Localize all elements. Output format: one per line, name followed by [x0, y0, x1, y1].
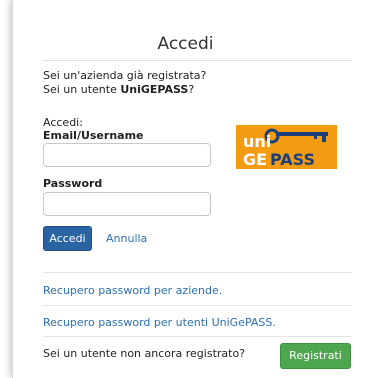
password-field[interactable] — [43, 192, 211, 216]
login-button[interactable]: Accedi — [43, 226, 92, 251]
email-label: Email/Username — [43, 129, 144, 142]
title-divider — [43, 60, 352, 61]
intro-line-user: Sei un utente UniGEPASS? — [43, 83, 206, 97]
svg-text:GE: GE — [243, 150, 267, 169]
login-panel: Accedi Sei un'azienda già registrata? Se… — [12, 0, 365, 378]
intro-line-company: Sei un'azienda già registrata? — [43, 69, 207, 82]
intro-text: Sei un'azienda già registrata? Sei un ut… — [43, 69, 206, 97]
register-button[interactable]: Registrati — [280, 343, 351, 369]
intro-brand: UniGEPASS — [120, 83, 189, 96]
svg-text:uni: uni — [243, 132, 271, 151]
email-field[interactable] — [43, 143, 211, 167]
dialog-title: Accedi — [157, 34, 214, 54]
login-section-label: Accedi: — [43, 116, 83, 129]
password-label: Password — [43, 177, 103, 190]
company-password-recovery-link[interactable]: Recupero password per aziende. — [43, 284, 222, 297]
register-prompt: Sei un utente non ancora registrato? — [43, 347, 246, 360]
divider — [43, 336, 352, 337]
unigepass-logo: uni GE PASS — [236, 125, 337, 169]
user-password-recovery-link[interactable]: Recupero password per utenti UniGePASS. — [43, 316, 276, 329]
intro-prefix: Sei un utente — [43, 83, 121, 96]
unigepass-logo-graphic: uni GE PASS — [236, 125, 337, 169]
intro-suffix: ? — [188, 83, 195, 96]
divider — [43, 272, 352, 273]
svg-text:PASS: PASS — [270, 150, 315, 169]
cancel-link[interactable]: Annulla — [106, 232, 147, 245]
divider — [43, 305, 352, 306]
